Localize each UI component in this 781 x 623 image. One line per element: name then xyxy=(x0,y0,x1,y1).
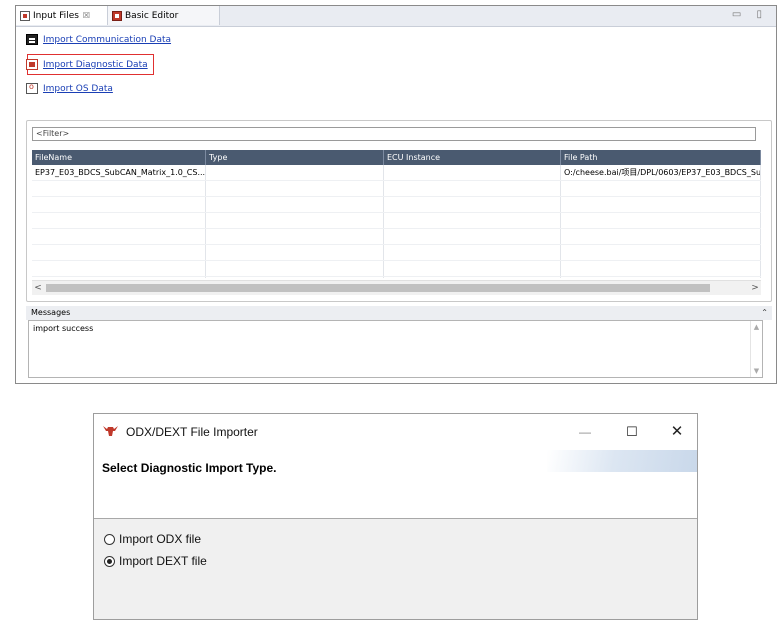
table-row[interactable]: EP37_E03_BDCS_SubCAN_Matrix_1.0_CS... O:… xyxy=(32,165,761,181)
import-diagnostic-link[interactable]: Import Diagnostic Data xyxy=(43,60,148,70)
input-files-section: <Filter> FileName Type ECU Instance File… xyxy=(26,120,772,302)
table-row-empty xyxy=(32,277,761,278)
import-os-row[interactable]: Import OS Data xyxy=(26,82,113,94)
tab-close-icon[interactable]: ☒ xyxy=(83,11,90,20)
view-window-controls[interactable]: ▭ ▯ xyxy=(732,9,768,20)
diagnostic-data-icon xyxy=(26,59,38,70)
bull-logo-icon xyxy=(103,426,118,436)
option-import-dext-label[interactable]: Import DEXT file xyxy=(119,554,207,568)
tab-input-files-label: Input Files xyxy=(33,10,79,21)
dialog-heading: Select Diagnostic Import Type. xyxy=(102,461,277,475)
cell-filename: EP37_E03_BDCS_SubCAN_Matrix_1.0_CS... xyxy=(32,165,206,180)
option-import-odx[interactable]: Import ODX file xyxy=(104,532,201,546)
scroll-up-icon[interactable]: ▲ xyxy=(751,323,762,331)
maximize-button[interactable]: ☐ xyxy=(619,420,645,444)
os-data-icon xyxy=(26,82,38,94)
odx-dext-importer-dialog: ODX/DEXT File Importer — ☐ ✕ Select Diag… xyxy=(93,413,698,620)
files-table-header: FileName Type ECU Instance File Path xyxy=(32,150,761,165)
header-banner xyxy=(547,450,697,472)
radio-odx[interactable] xyxy=(104,533,115,545)
communication-data-icon xyxy=(26,34,38,45)
horizontal-scrollbar[interactable]: < > xyxy=(32,280,761,295)
messages-vertical-scrollbar[interactable]: ▲ ▼ xyxy=(750,321,762,377)
basic-editor-icon xyxy=(112,10,122,21)
input-files-icon xyxy=(20,10,30,21)
messages-text: import success xyxy=(33,324,94,333)
option-import-dext[interactable]: Import DEXT file xyxy=(104,554,207,568)
messages-textarea[interactable]: import success ▲ ▼ xyxy=(28,320,763,378)
column-header-file-path[interactable]: File Path xyxy=(561,150,761,165)
column-header-ecu-instance[interactable]: ECU Instance xyxy=(384,150,561,165)
table-row-empty xyxy=(32,229,761,245)
scroll-thumb[interactable] xyxy=(46,284,710,292)
files-table: FileName Type ECU Instance File Path EP3… xyxy=(32,150,761,278)
filter-input[interactable]: <Filter> xyxy=(32,127,756,141)
radio-dext[interactable] xyxy=(104,555,115,567)
table-row-empty xyxy=(32,197,761,213)
table-row-empty xyxy=(32,245,761,261)
messages-label: Messages xyxy=(31,308,71,317)
editor-tab-bar: Input Files ☒ Basic Editor ▭ ▯ xyxy=(16,6,776,27)
tab-basic-editor[interactable]: Basic Editor xyxy=(108,6,220,25)
cell-file-path: O:/cheese.bai/项目/DPL/0603/EP37_E03_BDCS_… xyxy=(561,165,761,180)
scroll-left-icon[interactable]: < xyxy=(32,281,44,295)
scroll-down-icon[interactable]: ▼ xyxy=(751,367,762,375)
cell-type xyxy=(206,165,384,180)
minimize-button[interactable]: — xyxy=(572,420,598,444)
import-os-link[interactable]: Import OS Data xyxy=(43,84,113,94)
import-communication-row[interactable]: Import Communication Data xyxy=(26,34,171,45)
option-import-odx-label[interactable]: Import ODX file xyxy=(119,532,201,546)
close-button[interactable]: ✕ xyxy=(664,420,690,444)
scroll-right-icon[interactable]: > xyxy=(749,281,761,295)
collapse-icon[interactable]: ⌃ xyxy=(761,306,768,320)
column-header-filename[interactable]: FileName xyxy=(32,150,206,165)
tab-basic-editor-label: Basic Editor xyxy=(125,10,179,21)
cell-ecu-instance xyxy=(384,165,561,180)
tab-input-files[interactable]: Input Files ☒ xyxy=(16,6,108,25)
dialog-titlebar[interactable]: ODX/DEXT File Importer — ☐ ✕ xyxy=(94,414,697,450)
column-header-type[interactable]: Type xyxy=(206,150,384,165)
messages-header: Messages ⌃ xyxy=(26,306,772,320)
dialog-body: Import ODX file Import DEXT file xyxy=(94,519,697,619)
table-row-empty xyxy=(32,213,761,229)
import-communication-link[interactable]: Import Communication Data xyxy=(43,35,171,45)
table-row-empty xyxy=(32,181,761,197)
import-diagnostic-row[interactable]: Import Diagnostic Data xyxy=(26,59,148,70)
input-files-editor: Input Files ☒ Basic Editor ▭ ▯ Import Co… xyxy=(15,5,777,384)
dialog-title: ODX/DEXT File Importer xyxy=(126,425,258,439)
dialog-header: Select Diagnostic Import Type. xyxy=(94,450,697,519)
table-row-empty xyxy=(32,261,761,277)
